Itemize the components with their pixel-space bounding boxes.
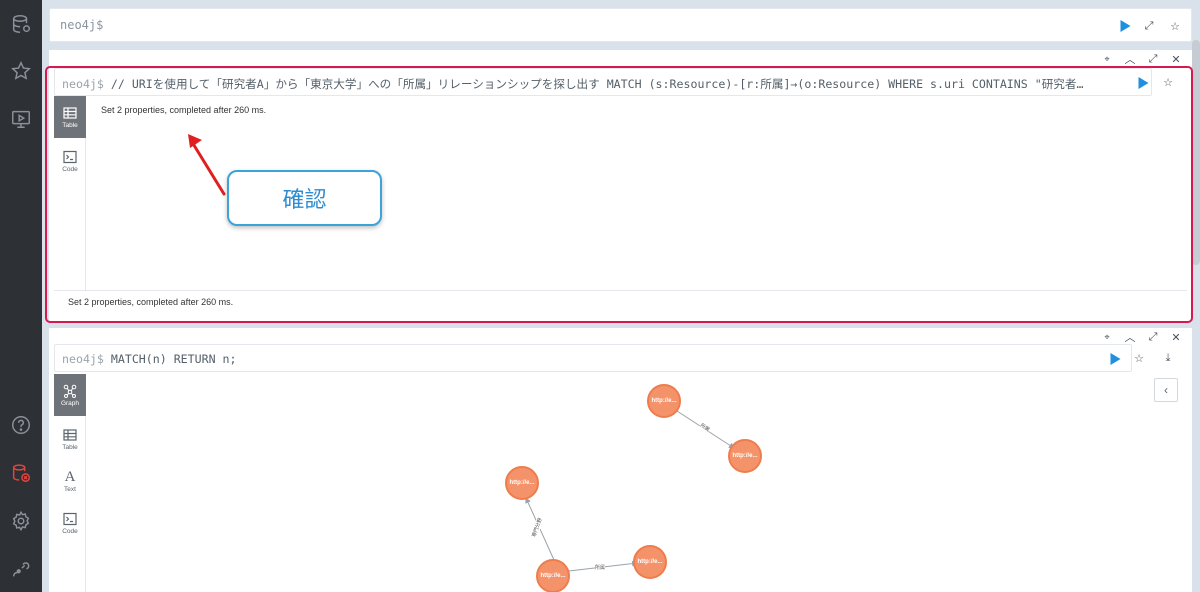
graph-node[interactable]: http://e... xyxy=(505,466,539,500)
callout-label: 確認 xyxy=(227,170,382,226)
favorite-icon[interactable]: ☆ xyxy=(1131,350,1147,366)
query-prompt: neo4j$ xyxy=(62,352,104,366)
fullscreen-icon[interactable]: ⤢ xyxy=(1145,51,1161,67)
text-icon: A xyxy=(64,468,76,485)
star-icon[interactable] xyxy=(8,58,34,84)
query-text: neo4j$ MATCH(n) RETURN n; xyxy=(62,352,1062,366)
query-string: MATCH(n) RETURN n; xyxy=(110,352,237,366)
close-icon[interactable]: ✕ xyxy=(1168,51,1184,67)
edge-label: 専門分野 xyxy=(530,516,544,539)
close-icon[interactable]: ✕ xyxy=(1168,329,1184,345)
graph-node[interactable]: http://e... xyxy=(536,559,570,592)
result-frame-2: ⌖ ︿ ⤢ ✕ neo4j$ MATCH(n) RETURN n; ☆ ⤓ Gr… xyxy=(49,328,1192,592)
code-icon xyxy=(63,512,77,525)
graph-icon xyxy=(63,384,77,398)
tab-code[interactable]: Code xyxy=(54,502,86,544)
help-icon[interactable] xyxy=(8,412,34,438)
run-button[interactable] xyxy=(1107,351,1123,367)
table-icon xyxy=(63,428,77,441)
download-icon[interactable]: ⤓ xyxy=(1160,350,1176,366)
expand-icon[interactable]: ⤢ xyxy=(1141,18,1157,34)
edge-label: 所属 xyxy=(595,564,606,571)
graph-node[interactable]: http://e... xyxy=(728,439,762,473)
settings-icon[interactable] xyxy=(8,508,34,534)
run-button[interactable] xyxy=(1117,18,1133,34)
tab-graph[interactable]: Graph xyxy=(54,374,86,416)
scrollbar[interactable] xyxy=(1192,40,1200,265)
monitor-play-icon[interactable] xyxy=(8,106,34,132)
pin-icon[interactable]: ⌖ xyxy=(1099,329,1115,345)
collapse-icon[interactable]: ︿ xyxy=(1122,51,1138,67)
plug-icon[interactable] xyxy=(8,556,34,582)
tab-label: Code xyxy=(62,527,78,535)
tab-text[interactable]: A Text xyxy=(54,460,86,502)
frame-query-editor[interactable]: neo4j$ MATCH(n) RETURN n; xyxy=(54,344,1132,372)
tab-label: Table xyxy=(62,443,78,451)
collapse-icon[interactable]: ︿ xyxy=(1122,329,1138,345)
fullscreen-icon[interactable]: ⤢ xyxy=(1145,329,1161,345)
tab-label: Graph xyxy=(60,399,80,407)
chevron-left-icon[interactable]: ‹ xyxy=(1154,378,1178,402)
database-icon[interactable] xyxy=(8,11,34,37)
graph-node[interactable]: http://e... xyxy=(633,545,667,579)
view-sidebar: Graph Table A Text Code xyxy=(54,374,86,592)
query-editor[interactable]: neo4j$ ⤢ ☆ xyxy=(49,8,1192,42)
star-icon[interactable]: ☆ xyxy=(1167,18,1183,34)
tab-label: Text xyxy=(64,485,76,493)
left-sidebar xyxy=(0,0,42,592)
edge-label: 所属 xyxy=(698,421,712,434)
tab-table[interactable]: Table xyxy=(54,418,86,460)
pin-icon[interactable]: ⌖ xyxy=(1099,51,1115,67)
editor-prompt: neo4j$ xyxy=(60,18,104,32)
graph-node[interactable]: http://e... xyxy=(647,384,681,418)
disconnect-icon[interactable] xyxy=(8,460,34,486)
